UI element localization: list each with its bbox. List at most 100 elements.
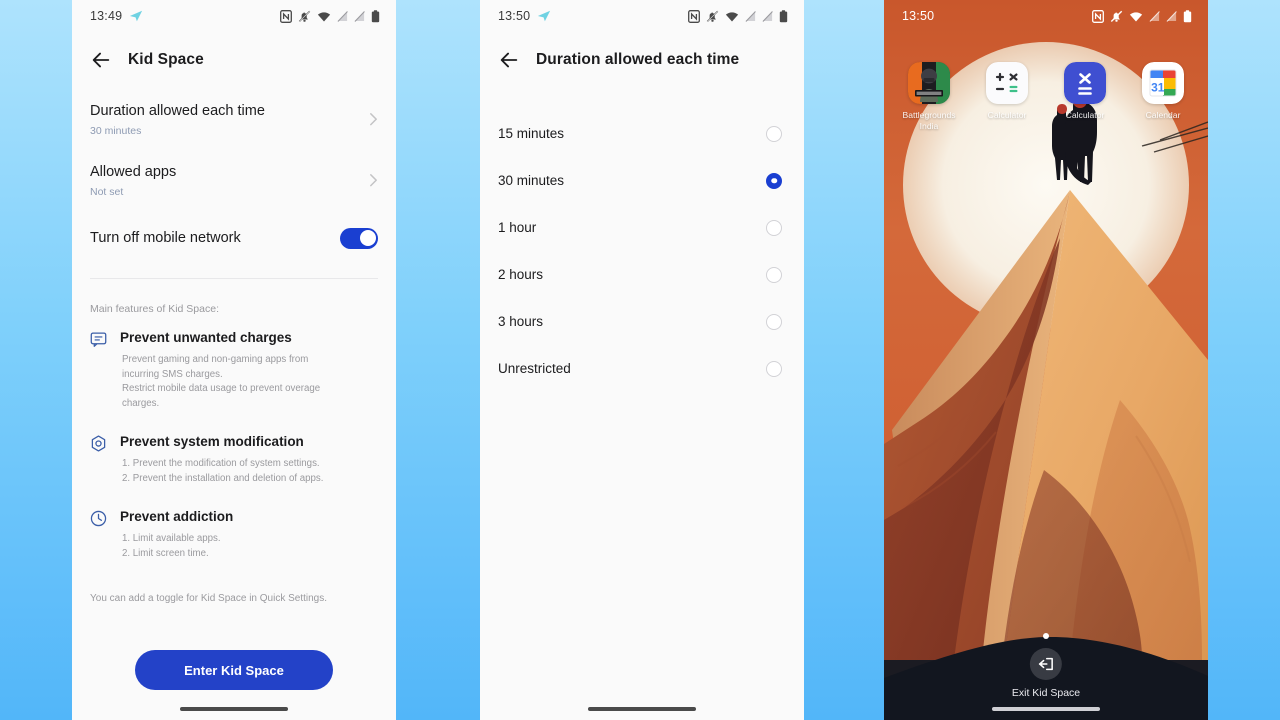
wifi-icon: [317, 11, 331, 21]
signal-off-icon-2: [354, 10, 365, 22]
row-subtitle: 30 minutes: [90, 125, 142, 137]
feature-prevent-addiction: Prevent addiction 1. Limit available app…: [90, 508, 378, 561]
settings-row-duration[interactable]: Duration allowed each time 30 minutes: [90, 88, 378, 149]
notifications-muted-icon: [706, 10, 719, 22]
wifi-icon: [1129, 11, 1143, 21]
clock-icon: [90, 510, 107, 527]
option-unrestricted[interactable]: Unrestricted: [498, 345, 782, 392]
app-bar: Kid Space: [72, 32, 396, 88]
calculator-blue-icon: [1064, 62, 1106, 104]
option-3-hours[interactable]: 3 hours: [498, 298, 782, 345]
battery-icon: [1183, 9, 1192, 22]
feature-prevent-system-modification: Prevent system modification 1. Prevent t…: [90, 433, 378, 486]
status-icons: [688, 9, 788, 23]
duration-option-list: 15 minutes 30 minutes 1 hour 2 hours 3 h…: [480, 88, 804, 392]
option-label: 15 minutes: [498, 126, 565, 141]
status-bar: 13:49: [72, 0, 396, 32]
option-label: 2 hours: [498, 267, 544, 282]
quick-settings-footnote: You can add a toggle for Kid Space in Qu…: [90, 593, 328, 604]
chevron-right-icon: [369, 173, 378, 188]
signal-off-icon-2: [762, 10, 773, 22]
notifications-muted-icon: [1110, 10, 1123, 22]
features-section: Main features of Kid Space: Prevent unwa…: [72, 279, 396, 561]
settings-row-mobile-network[interactable]: Turn off mobile network: [90, 210, 378, 264]
option-1-hour[interactable]: 1 hour: [498, 204, 782, 251]
app-label: Calculator: [1065, 110, 1105, 120]
kid-space-home-panel: 13:50 Battlegrounds India Calculator Cal…: [884, 0, 1208, 720]
app-calculator-light[interactable]: Calculator: [976, 62, 1038, 131]
row-title: Allowed apps: [90, 164, 177, 180]
features-caption: Main features of Kid Space:: [90, 303, 219, 315]
exit-kid-space-button[interactable]: Exit Kid Space: [1012, 648, 1080, 699]
back-arrow-icon[interactable]: [90, 49, 112, 71]
home-indicator[interactable]: [180, 707, 288, 711]
kid-space-settings-panel: 13:49 Kid Space Duration allowed each ti…: [72, 0, 396, 720]
feature-lines: 1. Prevent the modification of system se…: [122, 458, 324, 484]
feature-title: Prevent unwanted charges: [120, 330, 292, 345]
home-indicator[interactable]: [992, 707, 1100, 711]
battery-icon: [371, 9, 380, 22]
signal-off-icon-2: [1166, 10, 1177, 22]
mobile-network-toggle[interactable]: [340, 227, 378, 249]
bgmi-game-icon: [908, 62, 950, 104]
radio-button[interactable]: [766, 125, 782, 142]
wifi-icon: [725, 11, 739, 21]
app-calendar[interactable]: 31 Calendar: [1132, 62, 1194, 131]
option-15-minutes[interactable]: 15 minutes: [498, 110, 782, 157]
telegram-icon: [537, 9, 551, 23]
feature-title: Prevent addiction: [120, 509, 234, 524]
radio-button[interactable]: [766, 219, 782, 236]
status-clock: 13:49: [90, 9, 123, 23]
radio-button[interactable]: [766, 266, 782, 283]
message-bubble-icon: [90, 331, 107, 348]
back-arrow-icon[interactable]: [498, 49, 520, 71]
signal-off-icon-1: [337, 10, 348, 22]
calendar-day-number: 31: [1151, 81, 1165, 95]
status-bar: 13:50: [480, 0, 804, 32]
nfc-icon: [1092, 9, 1104, 23]
feature-lines: 1. Limit available apps. 2. Limit screen…: [122, 533, 221, 559]
radio-button[interactable]: [766, 313, 782, 330]
option-30-minutes[interactable]: 30 minutes: [498, 157, 782, 204]
feature-prevent-unwanted-charges: Prevent unwanted charges Prevent gaming …: [90, 329, 378, 411]
notifications-muted-icon: [298, 10, 311, 22]
option-2-hours[interactable]: 2 hours: [498, 251, 782, 298]
settings-row-allowed-apps[interactable]: Allowed apps Not set: [90, 149, 378, 210]
home-indicator[interactable]: [588, 707, 696, 711]
status-clock: 13:50: [498, 9, 531, 23]
cta-container: Enter Kid Space: [72, 650, 396, 690]
enter-kid-space-button[interactable]: Enter Kid Space: [135, 650, 333, 690]
calculator-light-icon: [986, 62, 1028, 104]
status-icons: [1092, 9, 1192, 23]
exit-label: Exit Kid Space: [1011, 687, 1081, 699]
signal-off-icon-1: [745, 10, 756, 22]
option-label: Unrestricted: [498, 361, 571, 376]
app-battlegrounds-india[interactable]: Battlegrounds India: [898, 62, 960, 131]
row-title: Turn off mobile network: [90, 229, 241, 246]
telegram-icon: [129, 9, 143, 23]
option-label: 3 hours: [498, 314, 544, 329]
feature-title: Prevent system modification: [120, 434, 304, 449]
row-subtitle: Not set: [90, 186, 124, 198]
nfc-icon: [688, 9, 700, 23]
status-clock: 13:50: [902, 9, 935, 23]
app-label: Calculator: [987, 110, 1027, 120]
app-label: Calendar: [1145, 110, 1181, 120]
page-title: Duration allowed each time: [536, 51, 740, 68]
app-bar: Duration allowed each time: [480, 32, 804, 88]
radio-button[interactable]: [766, 360, 782, 377]
option-label: 1 hour: [498, 220, 537, 235]
app-label: Battlegrounds India: [902, 110, 956, 131]
signal-off-icon-1: [1149, 10, 1160, 22]
radio-button-selected[interactable]: [766, 172, 782, 189]
google-calendar-icon: 31: [1142, 62, 1184, 104]
settings-list: Duration allowed each time 30 minutes Al…: [72, 88, 396, 279]
status-icons: [280, 9, 380, 23]
app-grid: Battlegrounds India Calculator Calculato…: [884, 62, 1208, 131]
status-bar: 13:50: [884, 0, 1208, 32]
chevron-right-icon: [369, 112, 378, 127]
row-title: Duration allowed each time: [90, 103, 265, 119]
app-calculator-blue[interactable]: Calculator: [1054, 62, 1116, 131]
option-label: 30 minutes: [498, 173, 565, 188]
feature-lines: Prevent gaming and non-gaming apps from …: [122, 354, 321, 409]
